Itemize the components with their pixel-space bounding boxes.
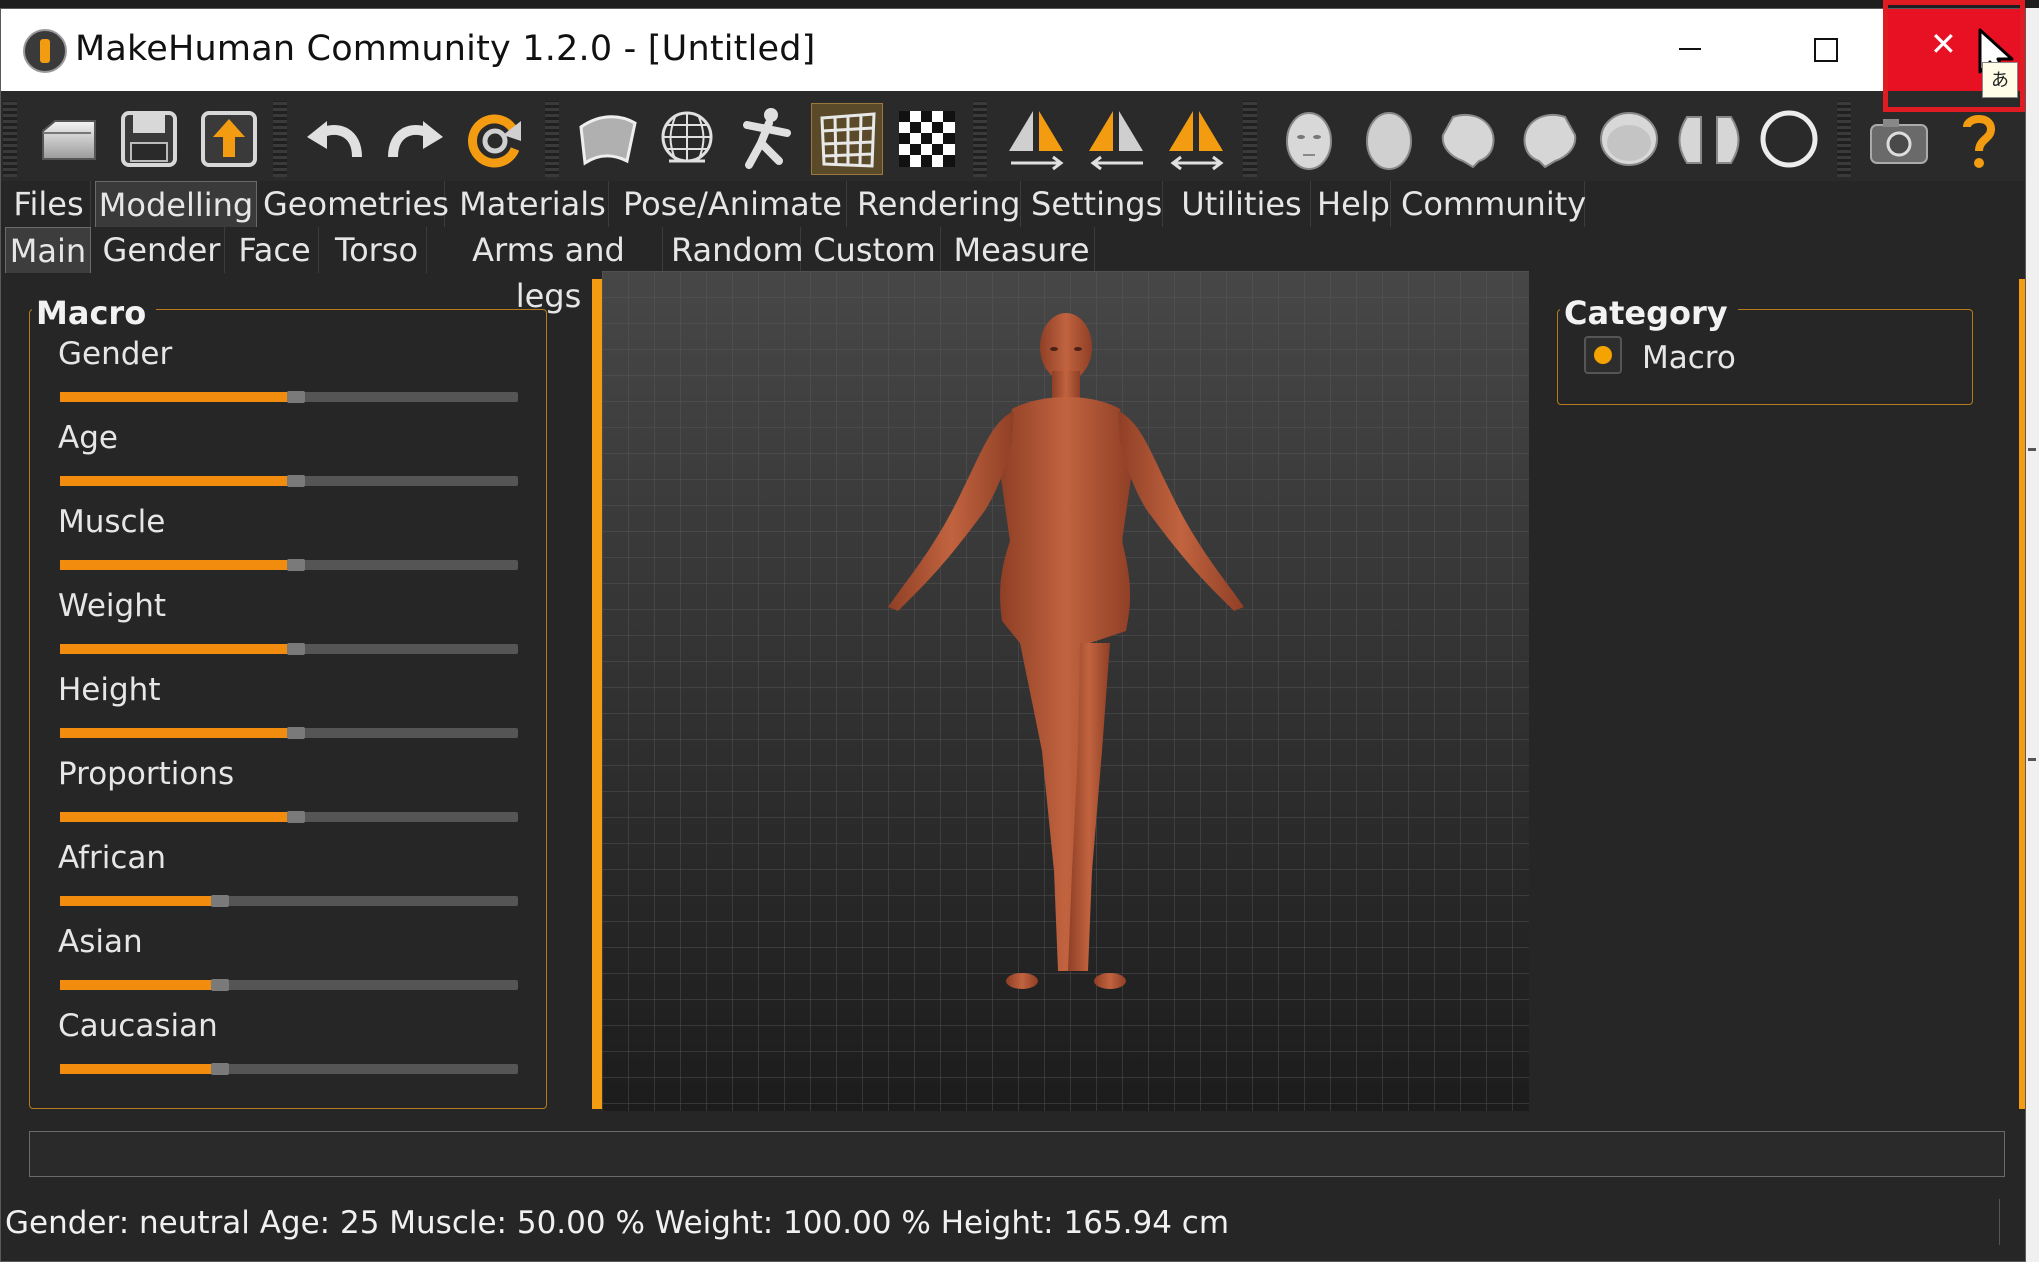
status-text: Gender: neutral Age: 25 Muscle: 50.00 % … [5, 1205, 1230, 1241]
caucasian-label: Caucasian [58, 1008, 218, 1044]
gender-slider[interactable] [60, 391, 518, 403]
category-panel-title: Category [1560, 294, 1738, 332]
window-title: MakeHuman Community 1.2.0 - [Untitled] [75, 29, 816, 69]
macro-radio[interactable] [1584, 336, 1622, 374]
grid-icon[interactable] [811, 103, 883, 175]
minimize-button[interactable] [1621, 9, 1756, 91]
gender-label: Gender [58, 336, 173, 372]
tab-materials[interactable]: Materials [457, 181, 609, 227]
toolbar [1, 91, 2025, 181]
tab-geometries[interactable]: Geometries [263, 181, 449, 227]
tab-settings[interactable]: Settings [1031, 181, 1163, 227]
background-window-edge [2026, 8, 2039, 1262]
macro-radio-label: Macro [1642, 340, 1736, 376]
subtab-main[interactable]: Main [5, 227, 91, 273]
app-logo-icon [23, 29, 67, 73]
save-icon[interactable] [113, 103, 185, 175]
status-divider [1999, 1199, 2000, 1245]
age-slider[interactable] [60, 475, 518, 487]
right-splitter[interactable] [2019, 279, 2025, 1109]
height-label: Height [58, 672, 161, 708]
main-menu: Files Modelling Geometries Materials Pos… [1, 181, 2025, 227]
age-label: Age [58, 420, 118, 456]
sub-menu: Main Gender Face Torso Arms and legs Ran… [1, 227, 2025, 315]
subtab-measure[interactable]: Measure [949, 227, 1095, 273]
caucasian-slider[interactable] [60, 1063, 518, 1075]
symmetry-both-icon[interactable] [1161, 103, 1233, 175]
tab-modelling[interactable]: Modelling [95, 181, 257, 227]
wireframe-icon[interactable] [651, 103, 723, 175]
proportions-slider[interactable] [60, 811, 518, 823]
maximize-button[interactable] [1756, 9, 1891, 91]
checker-icon[interactable] [891, 103, 963, 175]
3d-viewport[interactable] [602, 271, 1529, 1111]
height-slider[interactable] [60, 727, 518, 739]
help-icon[interactable] [1943, 103, 2015, 175]
reset-icon[interactable] [459, 103, 531, 175]
redo-icon[interactable] [379, 103, 451, 175]
macro-panel-title: Macro [32, 294, 157, 332]
left-splitter[interactable] [592, 279, 602, 1109]
top-view-icon[interactable] [1593, 103, 1665, 175]
muscle-label: Muscle [58, 504, 166, 540]
subtab-face[interactable]: Face [231, 227, 319, 273]
tab-files[interactable]: Files [7, 181, 91, 227]
subtab-random[interactable]: Random [671, 227, 803, 273]
proportions-label: Proportions [58, 756, 235, 792]
subtab-torso[interactable]: Torso [327, 227, 427, 273]
smooth-icon[interactable] [571, 103, 643, 175]
title-bar[interactable]: MakeHuman Community 1.2.0 - [Untitled] ✕ [1, 9, 2025, 91]
muscle-slider[interactable] [60, 559, 518, 571]
weight-label: Weight [58, 588, 167, 624]
asian-label: Asian [58, 924, 143, 960]
pose-icon[interactable] [731, 103, 803, 175]
close-icon: ✕ [1930, 25, 1957, 63]
back-view-icon[interactable] [1353, 103, 1425, 175]
front-view-icon[interactable] [1273, 103, 1345, 175]
status-input[interactable] [29, 1131, 2005, 1177]
african-slider[interactable] [60, 895, 518, 907]
weight-slider[interactable] [60, 643, 518, 655]
background-editor-strip [0, 0, 2039, 8]
symmetry-left-icon[interactable] [1081, 103, 1153, 175]
subtab-gender[interactable]: Gender [99, 227, 225, 273]
tab-community[interactable]: Community [1401, 181, 1586, 227]
load-icon[interactable] [33, 103, 105, 175]
ime-indicator-icon: あ [1982, 62, 2018, 98]
undo-icon[interactable] [299, 103, 371, 175]
subtab-custom[interactable]: Custom [809, 227, 941, 273]
asian-slider[interactable] [60, 979, 518, 991]
subtab-arms-and-legs[interactable]: Arms and legs [435, 227, 663, 315]
tab-utilities[interactable]: Utilities [1173, 181, 1311, 227]
symmetry-right-icon[interactable] [1001, 103, 1073, 175]
export-icon[interactable] [193, 103, 265, 175]
screenshot-icon[interactable] [1863, 103, 1935, 175]
left-view-icon[interactable] [1433, 103, 1505, 175]
macro-panel: Macro Gender Age Muscle Weight Height Pr… [29, 294, 547, 1109]
right-view-icon[interactable] [1513, 103, 1585, 175]
app-window: MakeHuman Community 1.2.0 - [Untitled] ✕ [0, 8, 2026, 1262]
tab-rendering[interactable]: Rendering [857, 181, 1021, 227]
tab-help[interactable]: Help [1317, 181, 1391, 227]
global-camera-icon[interactable] [1753, 103, 1825, 175]
tab-pose-animate[interactable]: Pose/Animate [619, 181, 847, 227]
bottom-view-icon[interactable] [1673, 103, 1745, 175]
african-label: African [58, 840, 167, 876]
category-panel: Category Macro [1557, 294, 1973, 405]
